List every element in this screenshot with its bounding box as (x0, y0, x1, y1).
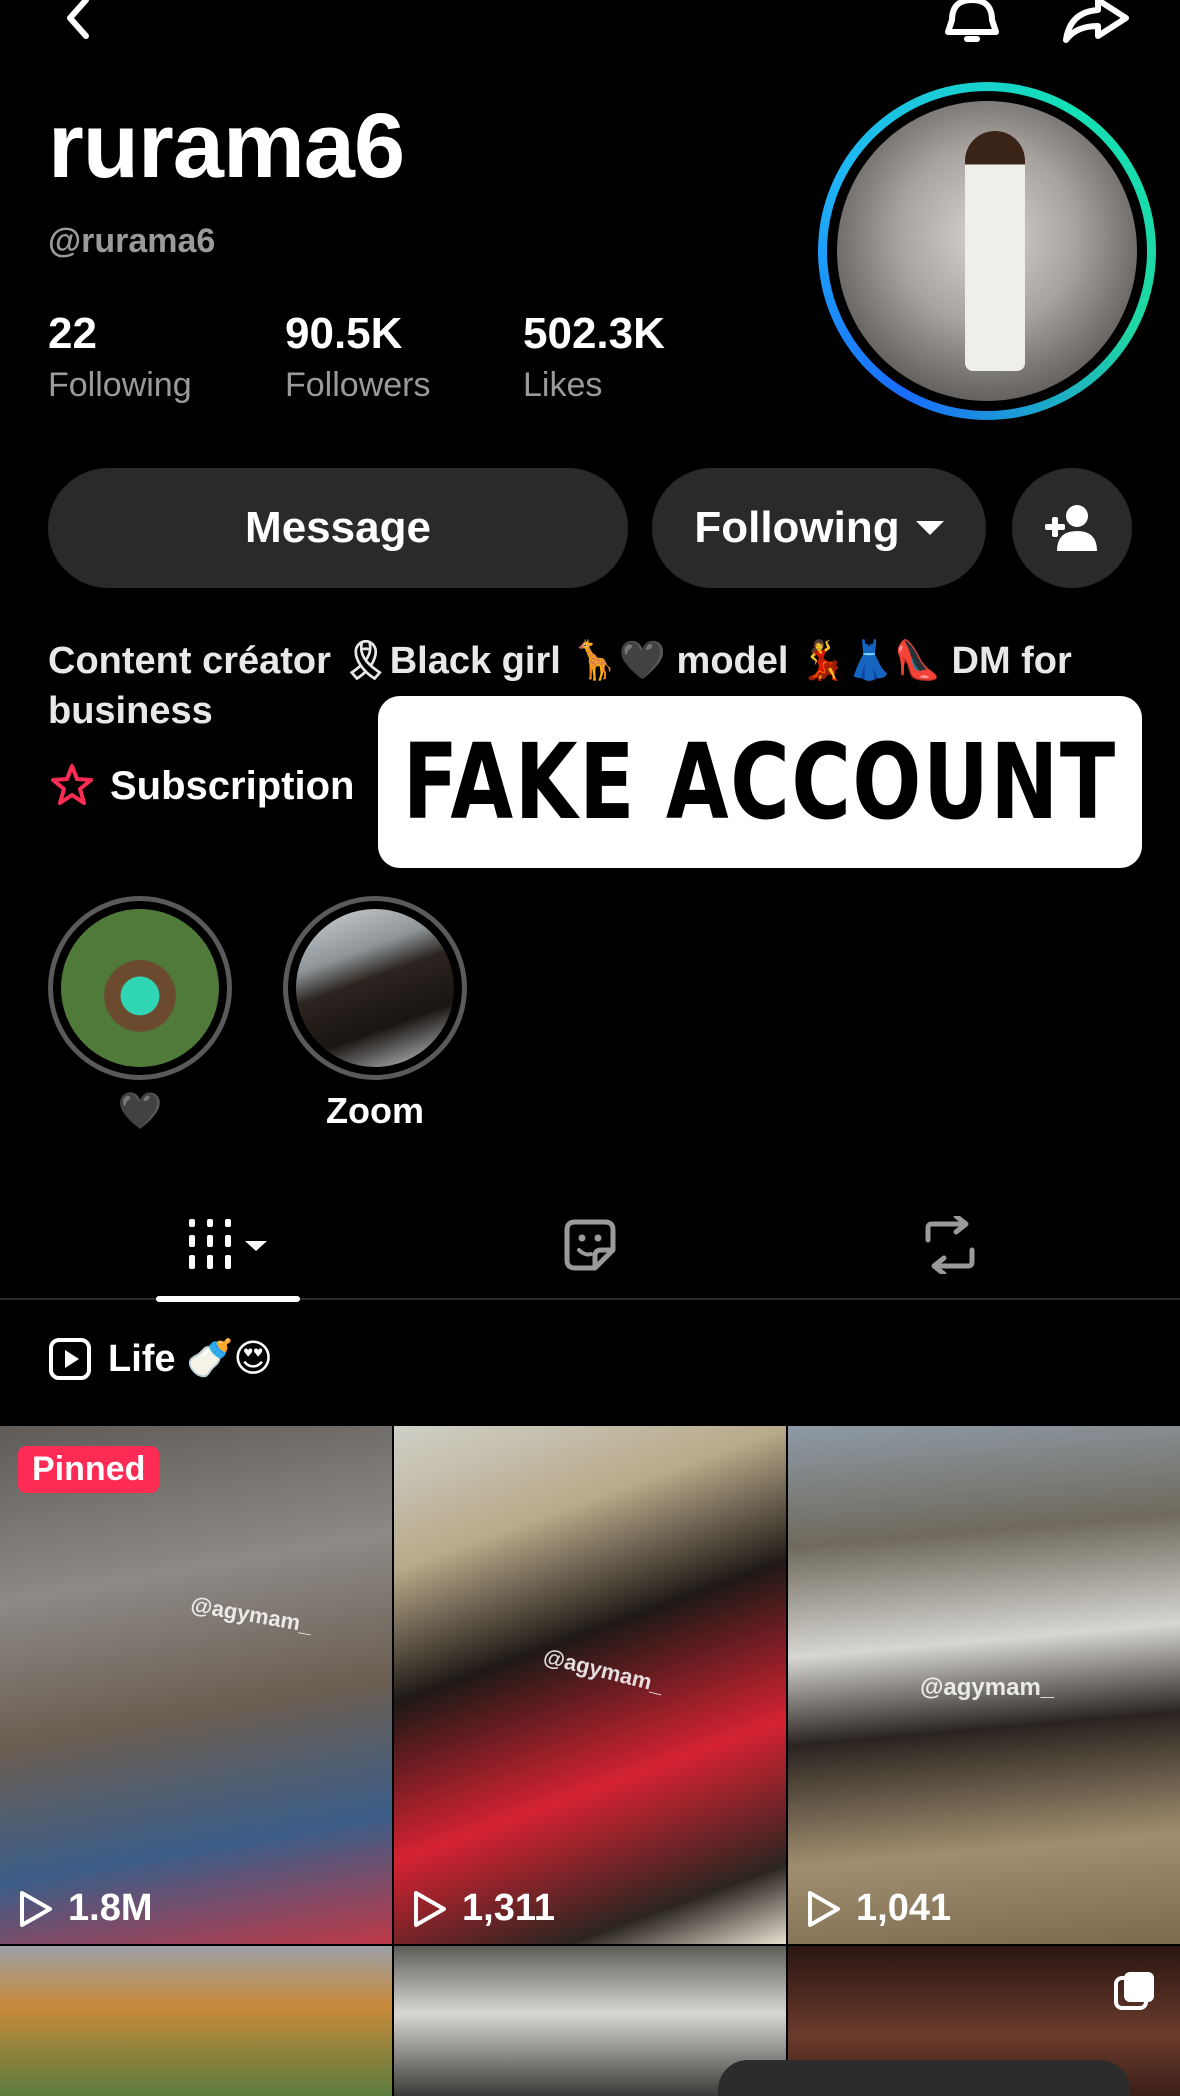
subscription-star-icon (51, 764, 93, 805)
avatar-gap (827, 91, 1147, 411)
bell-icon[interactable] (942, 0, 1002, 44)
highlight-label: Zoom (326, 1090, 424, 1131)
avatar-photo-figure (965, 131, 1025, 371)
following-label: Following (48, 366, 192, 404)
highlight-thumbnail (61, 909, 219, 1067)
message-button-label: Message (245, 503, 431, 552)
view-count: 1,041 (806, 1887, 951, 1930)
following-count: 22 (48, 309, 97, 358)
tab-reposts[interactable] (910, 1210, 990, 1280)
message-button[interactable]: Message (48, 468, 628, 588)
followers-count: 90.5K (285, 309, 403, 358)
tab-stickers[interactable] (550, 1210, 630, 1280)
play-icon (808, 1890, 840, 1927)
subscription-label: Subscription (110, 763, 355, 808)
tab-videos[interactable] (156, 1210, 300, 1302)
chevron-down-icon (915, 521, 944, 535)
add-friend-button[interactable] (1012, 468, 1132, 588)
play-square-icon (49, 1337, 91, 1380)
fake-account-text: FAKE ACCOUNT (402, 721, 1118, 843)
picture-in-picture-icon[interactable] (1112, 1968, 1158, 2014)
followers-label: Followers (285, 366, 431, 404)
view-count-text: 1,041 (856, 1887, 952, 1929)
fake-account-banner: FAKE ACCOUNT (378, 696, 1142, 868)
video-thumbnail[interactable] (0, 1946, 392, 2096)
likes-stat[interactable]: 502.3K Likes (523, 312, 665, 405)
video-watermark: @agymam_ (540, 1643, 667, 1698)
username-handle: @rurama6 (48, 222, 216, 260)
avatar-ring[interactable] (818, 82, 1156, 420)
followers-stat[interactable]: 90.5K Followers (285, 312, 430, 405)
back-icon[interactable] (58, 0, 98, 40)
view-count: 1.8M (18, 1887, 152, 1930)
playlist-label: Life 🍼😍 (108, 1338, 274, 1380)
display-name: rurama6 (48, 95, 405, 197)
video-watermark: @agymam_ (920, 1674, 1055, 1701)
highlight-ring (48, 896, 232, 1080)
video-watermark: @agymam_ (188, 1591, 315, 1638)
subscription-link[interactable]: Subscription (48, 762, 354, 810)
following-stat[interactable]: 22 Following (48, 312, 192, 405)
play-icon (20, 1890, 52, 1927)
avatar (837, 101, 1137, 401)
video-thumbnail[interactable]: @agymam_ 1,041 (788, 1426, 1180, 1944)
likes-count: 502.3K (523, 309, 665, 358)
following-button-label: Following (694, 503, 900, 552)
view-count: 1,311 (412, 1887, 555, 1930)
video-thumbnail[interactable]: @agymam_ 1,311 (394, 1426, 786, 1944)
likes-label: Likes (523, 366, 603, 404)
view-count-text: 1,311 (462, 1887, 555, 1929)
person-add-icon (1045, 505, 1097, 551)
pinned-badge: Pinned (18, 1446, 160, 1493)
sticker-icon (564, 1219, 616, 1271)
bio-line-1: Content créator 🎗Black girl 🦒🖤 model 💃👗👠… (48, 640, 1072, 682)
content-tab-bar (0, 1190, 1180, 1302)
play-icon (414, 1890, 446, 1927)
video-thumbnail[interactable]: Pinned @agymam_ 1.8M (0, 1426, 392, 1944)
highlight-1[interactable]: 🖤 (48, 896, 232, 1132)
highlight-ring (283, 896, 467, 1080)
grid-lines-icon (189, 1219, 267, 1269)
following-button[interactable]: Following (652, 468, 986, 588)
share-icon[interactable] (1062, 0, 1130, 44)
highlight-thumbnail (296, 909, 454, 1067)
bottom-sheet-handle[interactable] (718, 2060, 1130, 2096)
repost-icon (925, 1216, 975, 1274)
highlight-label: 🖤 (117, 1090, 163, 1131)
playlist-chip[interactable]: Life 🍼😍 (48, 1336, 273, 1381)
highlight-2[interactable]: Zoom (283, 896, 467, 1132)
view-count-text: 1.8M (68, 1887, 153, 1929)
